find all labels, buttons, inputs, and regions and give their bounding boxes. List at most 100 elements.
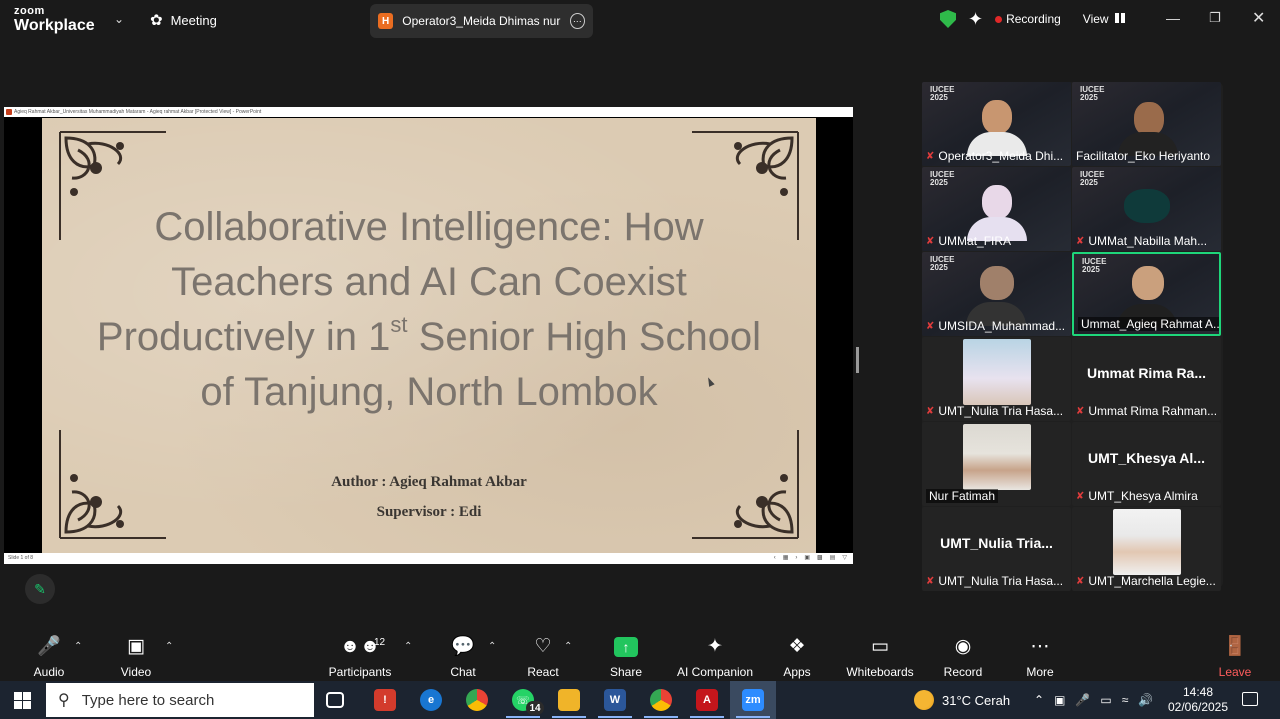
app-running-indicator (552, 716, 586, 718)
participants-caret-icon[interactable]: ⌃ (404, 641, 412, 652)
participant-tile[interactable]: IUCEE 2025 ✘ UMMat_FIRA (922, 167, 1071, 251)
slide-title-line: of Tanjung, North Lombok (200, 370, 658, 414)
video-options-caret-icon[interactable]: ⌃ (165, 641, 173, 652)
participant-video (982, 185, 1012, 219)
chat-button[interactable]: 💬 Chat (446, 635, 480, 679)
recording-label: Recording (1006, 12, 1061, 26)
participant-video (1124, 189, 1170, 223)
security-shield-icon[interactable] (940, 10, 956, 28)
participant-tile[interactable]: IUCEE 2025 ✘ UMSIDA_Muhammad... (922, 252, 1071, 336)
react-button[interactable]: ♡ React (524, 635, 562, 679)
share-screen-button[interactable]: ↑ Share (606, 635, 646, 679)
pdf-reader-icon[interactable]: A (696, 689, 718, 711)
profile-photo (963, 424, 1031, 490)
participant-video (982, 100, 1012, 134)
view-button[interactable]: View (1083, 12, 1125, 26)
edge-browser-icon[interactable]: e (420, 689, 442, 711)
chevron-up-icon[interactable]: ⌃ (1034, 693, 1044, 707)
participant-name: ✘ UMT_Nulia Tria Hasa... (926, 574, 1063, 588)
search-icon: ⚲ (58, 692, 70, 709)
participant-name: ✘ Operator3_Meida Dhi... (926, 149, 1063, 163)
participant-tile[interactable]: Nur Fatimah (922, 422, 1071, 506)
participant-tile[interactable]: UMT_Khesya Al... ✘ UMT_Khesya Almira (1072, 422, 1221, 506)
video-button[interactable]: ▣ Video (114, 635, 158, 679)
view-grid-icon (1114, 13, 1125, 23)
sorter-view-icon[interactable]: ▩ (817, 553, 823, 564)
participant-name-label: Ummat Rima Rahman... (1088, 404, 1218, 418)
participant-tile[interactable]: Ummat Rima Ra... ✘ Ummat Rima Rahman... (1072, 337, 1221, 421)
participant-tile[interactable]: ✘ UMT_Nulia Tria Hasa... (922, 337, 1071, 421)
clock-time: 14:48 (1182, 685, 1214, 699)
whiteboards-button[interactable]: ▭ Whiteboards (845, 635, 915, 679)
app-running-indicator (644, 716, 678, 718)
leave-label: Leave (1218, 665, 1252, 679)
windows-start-icon[interactable] (14, 692, 31, 709)
mic-muted-icon: ✘ (1076, 405, 1085, 417)
participant-tile[interactable]: ✘ UMT_Marchella Legie... (1072, 507, 1221, 591)
slideshow-icon[interactable]: ▽ (842, 553, 847, 564)
file-explorer-icon[interactable] (558, 689, 580, 711)
close-button[interactable]: ✕ (1252, 8, 1265, 28)
prev-slide-icon[interactable]: ‹ (774, 553, 776, 564)
annotate-pencil-icon[interactable]: ✎ (25, 574, 55, 604)
app-icon[interactable]: ! (374, 689, 396, 711)
zoom-app-icon[interactable]: zm (742, 689, 764, 711)
participant-name: Ummat_Agieq Rahmat A... (1078, 317, 1219, 331)
leave-button[interactable]: 🚪 Leave (1216, 635, 1254, 679)
react-caret-icon[interactable]: ⌃ (564, 641, 572, 652)
audio-options-caret-icon[interactable]: ⌃ (74, 641, 82, 652)
zoom-workplace-logo[interactable]: zoom Workplace (14, 6, 95, 34)
restore-button[interactable]: ❐ (1209, 10, 1221, 26)
reading-view-icon[interactable]: ▤ (830, 553, 836, 564)
app-running-indicator (736, 716, 770, 718)
weather-widget[interactable]: 31°C Cerah (914, 681, 1010, 719)
more-options-icon[interactable]: ··· (569, 13, 585, 29)
task-view-icon[interactable] (326, 692, 344, 708)
normal-view-icon[interactable]: ▣ (804, 553, 810, 564)
microphone-tray-icon[interactable]: 🎤 (1075, 693, 1090, 707)
chrome-browser-icon[interactable] (466, 689, 488, 711)
slide-title: Collaborative Intelligence: How Teachers… (62, 200, 796, 420)
mic-muted-icon: ✘ (1076, 235, 1085, 247)
next-slide-icon[interactable]: › (795, 553, 797, 564)
participant-video (1134, 102, 1164, 136)
ai-sparkle-icon[interactable]: ✦ (968, 10, 983, 28)
audio-button[interactable]: 🎤 Audio (30, 635, 68, 679)
participant-tile[interactable]: IUCEE 2025 Facilitator_Eko Heriyanto (1072, 82, 1221, 166)
taskbar-search-box[interactable]: ⚲ Type here to search (46, 683, 314, 717)
apps-button[interactable]: ❖ Apps (780, 635, 814, 679)
word-icon[interactable]: W (604, 689, 626, 711)
share-icon-wrap: ↑ (606, 635, 646, 659)
participant-tile[interactable]: IUCEE 2025 ✘ Operator3_Meida Dhi... (922, 82, 1071, 166)
ai-sparkle-icon: ✦ (707, 636, 723, 657)
participant-name-label: UMMat_FIRA (938, 234, 1012, 248)
participant-name-label: UMSIDA_Muhammad... (938, 319, 1066, 333)
meet-now-icon[interactable]: ▣ (1054, 693, 1065, 707)
panel-resize-handle[interactable] (856, 347, 859, 373)
recording-indicator[interactable]: Recording (995, 12, 1061, 26)
participant-tile[interactable]: UMT_Nulia Tria... ✘ UMT_Nulia Tria Hasa..… (922, 507, 1071, 591)
minimize-button[interactable]: — (1166, 10, 1180, 26)
meeting-menu-button[interactable]: ✿ Meeting (150, 11, 217, 29)
participant-tile[interactable]: IUCEE 2025 ✘ UMMat_Nabilla Mah... (1072, 167, 1221, 251)
participants-label: Participants (328, 665, 392, 679)
chat-caret-icon[interactable]: ⌃ (488, 641, 496, 652)
chevron-down-icon[interactable]: ⌄ (114, 12, 124, 26)
slides-icon[interactable]: ▦ (783, 553, 789, 564)
event-banner: IUCEE 2025 (1080, 85, 1105, 103)
volume-icon[interactable]: 🔊 (1138, 693, 1153, 707)
notification-center-icon[interactable] (1242, 692, 1258, 706)
record-button[interactable]: ◉ Record (942, 635, 984, 679)
ppt-view-controls[interactable]: ‹ ▦ › ▣ ▩ ▤ ▽ (774, 553, 847, 564)
battery-icon[interactable]: ▭ (1100, 693, 1111, 707)
more-dots-icon: ⋯ (1030, 636, 1050, 657)
participant-name-label: UMT_Khesya Almira (1088, 489, 1198, 503)
ai-companion-button[interactable]: ✦ AI Companion (676, 635, 754, 679)
participant-name: Nur Fatimah (926, 489, 999, 503)
chrome-browser-icon[interactable] (650, 689, 672, 711)
taskbar-clock[interactable]: 14:48 02/06/2025 (1166, 685, 1230, 715)
active-speaker-pill[interactable]: H Operator3_Meida Dhimas nur Har ··· (370, 4, 593, 38)
participant-tile-active-speaker[interactable]: IUCEE 2025 Ummat_Agieq Rahmat A... (1072, 252, 1221, 336)
more-button[interactable]: ⋯ More (1022, 635, 1058, 679)
wifi-icon[interactable]: ≈ (1122, 693, 1129, 707)
